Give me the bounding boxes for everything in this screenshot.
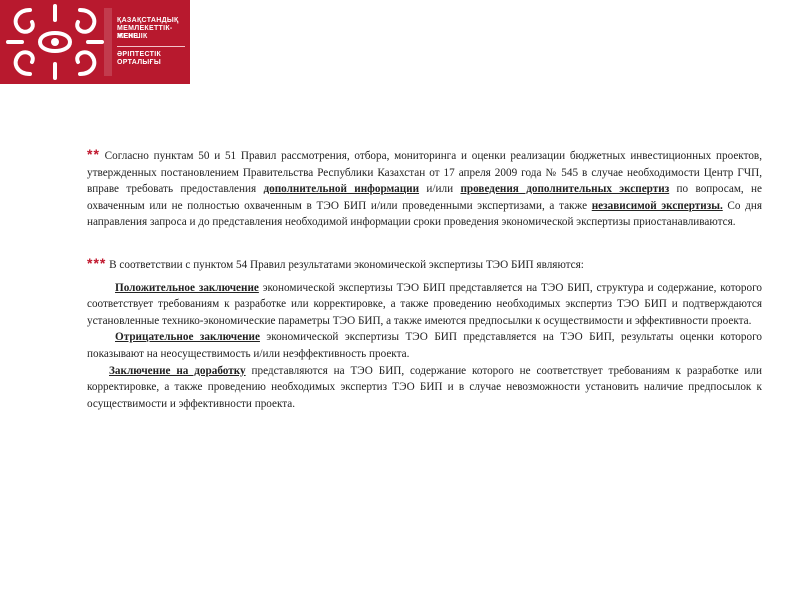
logo-text-line: ҚАЗАҚСТАНДЫҚ (117, 17, 179, 24)
paragraph-footnote-2: ** Согласно пунктам 50 и 51 Правил рассм… (87, 146, 762, 231)
header-band: ҚАЗАҚСТАНДЫҚ МЕМЛЕКЕТТІК-ЖЕКЕ МЕНШІК ӘРІ… (0, 0, 800, 84)
text: и/или (419, 183, 461, 196)
header-spacer (190, 0, 800, 84)
text: В соответствии с пунктом 54 Правил резул… (106, 258, 584, 271)
footnote-mark: ** (87, 146, 100, 162)
logo-text-line: ОРТАЛЫҒЫ (117, 59, 161, 66)
emphasis-text: проведения дополнительных экспертиз (460, 183, 670, 196)
paragraph-footnote-3: *** В соответствии с пунктом 54 Правил р… (87, 255, 762, 274)
logo-divider (117, 46, 185, 47)
document-body: ** Согласно пунктам 50 и 51 Правил рассм… (87, 146, 762, 412)
paragraph-positive-conclusion: Положительное заключение экономической э… (87, 280, 762, 330)
term-heading: Положительное заключение (115, 281, 259, 294)
logo-text-line: ӘРІПТЕСТІК (117, 51, 162, 58)
emphasis-text: дополнительной информации (263, 183, 420, 196)
ornament-icon (6, 4, 112, 80)
logo: ҚАЗАҚСТАНДЫҚ МЕМЛЕКЕТТІК-ЖЕКЕ МЕНШІК ӘРІ… (0, 0, 190, 84)
header: ҚАЗАҚСТАНДЫҚ МЕМЛЕКЕТТІК-ЖЕКЕ МЕНШІК ӘРІ… (0, 0, 800, 100)
term-heading: Отрицательное заключение (115, 331, 260, 344)
term-heading: Заключение на доработку (109, 364, 246, 377)
footnote-mark: *** (87, 254, 107, 271)
logo-text-line: МЕНШІК (117, 33, 148, 40)
paragraph-revision-conclusion: Заключение на доработку представляются н… (87, 363, 762, 413)
paragraph-negative-conclusion: Отрицательное заключение экономической э… (87, 329, 762, 362)
emphasis-text: независимой экспертизы. (591, 199, 723, 212)
